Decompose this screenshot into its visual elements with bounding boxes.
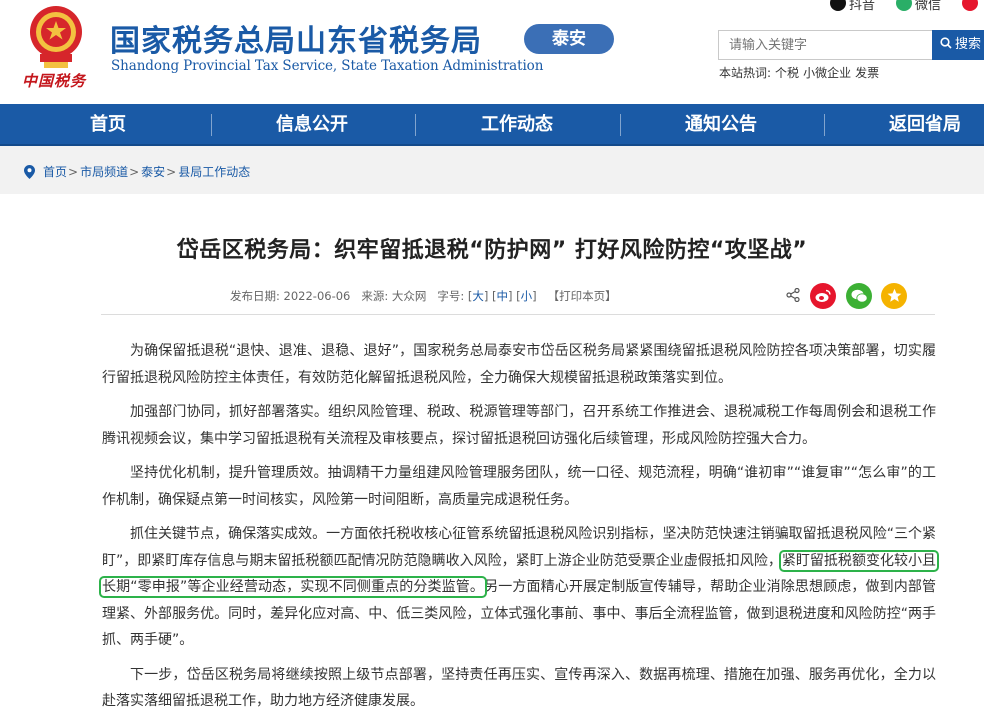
breadcrumb-home[interactable]: 首页 bbox=[43, 163, 67, 180]
douyin-icon bbox=[830, 0, 846, 11]
hot-word[interactable]: 发票 bbox=[855, 66, 879, 80]
weixin-icon bbox=[896, 0, 912, 11]
nav-divider bbox=[620, 114, 621, 136]
weixin-icon bbox=[851, 289, 868, 303]
site-subtitle: Shandong Provincial Tax Service, State T… bbox=[111, 58, 544, 74]
nav-divider bbox=[415, 114, 416, 136]
font-size-label: 字号: bbox=[437, 289, 465, 303]
hot-words-label: 本站热词: bbox=[719, 66, 772, 80]
share-weibo-button[interactable] bbox=[810, 283, 836, 309]
search-button-label: 搜索 bbox=[955, 37, 982, 52]
article-body: 为确保留抵退税“退快、退准、退稳、退好”，国家税务总局泰安市岱岳区税务局紧紧围绕… bbox=[98, 338, 940, 723]
hot-word[interactable]: 个税 bbox=[775, 66, 799, 80]
share-favorite-button[interactable] bbox=[881, 283, 907, 309]
breadcrumb-city-channel[interactable]: 市局频道 bbox=[80, 163, 128, 180]
nav-item-info-disclosure[interactable]: 信息公开 bbox=[244, 104, 380, 146]
emblem-caption: 中国税务 bbox=[22, 72, 87, 90]
douyin-link[interactable]: 抖音 bbox=[830, 0, 876, 13]
source-label: 来源: bbox=[361, 289, 389, 303]
nav-item-home[interactable]: 首页 bbox=[40, 104, 176, 146]
font-size-small[interactable]: 小 bbox=[521, 289, 533, 303]
site-header: 中国税务 国家税务总局山东省税务局 Shandong Provincial Ta… bbox=[0, 0, 984, 104]
search-button[interactable]: 搜索 bbox=[932, 30, 984, 60]
weixin-label: 微信 bbox=[915, 0, 942, 13]
article-paragraph: 抓住关键节点，确保落实成效。一方面依托税收核心征管系统留抵退税风险识别指标，坚决… bbox=[98, 521, 940, 654]
font-size-medium[interactable]: 中 bbox=[497, 289, 509, 303]
meta-divider bbox=[101, 314, 935, 315]
nav-item-notices[interactable]: 通知公告 bbox=[653, 104, 789, 146]
share-weixin-button[interactable] bbox=[846, 283, 872, 309]
tax-emblem-icon bbox=[30, 6, 82, 68]
weibo-icon bbox=[815, 289, 831, 302]
weibo-icon bbox=[962, 0, 978, 11]
print-page-link[interactable]: 【打印本页】 bbox=[548, 289, 617, 303]
share-icon[interactable] bbox=[786, 288, 800, 302]
site-title[interactable]: 国家税务总局山东省税务局 bbox=[110, 16, 482, 60]
star-icon bbox=[887, 288, 901, 302]
article: 岱岳区税务局：织牢留抵退税“防护网” 打好风险防控“攻坚战” 发布日期: 202… bbox=[8, 194, 984, 728]
breadcrumb-bar: 首页 > 市局频道 > 泰安 > 县局工作动态 bbox=[0, 146, 984, 194]
weibo-link[interactable] bbox=[962, 0, 981, 12]
search-input[interactable] bbox=[718, 30, 932, 60]
city-badge[interactable]: 泰安 bbox=[524, 24, 614, 54]
douyin-label: 抖音 bbox=[849, 0, 876, 13]
publish-date: 2022-06-06 bbox=[283, 289, 351, 303]
article-paragraph: 下一步，岱岳区税务局将继续按照上级节点部署，坚持责任再压实、宣传再深入、数据再梳… bbox=[102, 666, 936, 710]
article-meta: 发布日期: 2022-06-06 来源: 大众网 字号: [大] [中] [小]… bbox=[230, 289, 617, 303]
article-paragraph: 为确保留抵退税“退快、退准、退稳、退好”，国家税务总局泰安市岱岳区税务局紧紧围绕… bbox=[102, 343, 936, 386]
nav-divider bbox=[211, 114, 212, 136]
hot-words: 本站热词: 个税 小微企业 发票 bbox=[719, 64, 883, 81]
article-title: 岱岳区税务局：织牢留抵退税“防护网” 打好风险防控“攻坚战” bbox=[176, 238, 808, 263]
font-size-large[interactable]: 大 bbox=[472, 289, 484, 303]
main-nav: 首页 信息公开 工作动态 通知公告 返回省局 bbox=[0, 104, 984, 146]
date-label: 发布日期: bbox=[230, 289, 280, 303]
weixin-link[interactable]: 微信 bbox=[896, 0, 942, 13]
search-icon bbox=[940, 37, 952, 49]
location-pin-icon bbox=[24, 164, 35, 179]
breadcrumb: 首页 > 市局频道 > 泰安 > 县局工作动态 bbox=[24, 163, 250, 180]
article-paragraph: 加强部门协同，抓好部署落实。组织风险管理、税政、税源管理等部门，召开系统工作推进… bbox=[102, 404, 936, 447]
breadcrumb-county-news[interactable]: 县局工作动态 bbox=[178, 163, 250, 180]
nav-item-work-news[interactable]: 工作动态 bbox=[449, 104, 585, 146]
hot-word[interactable]: 小微企业 bbox=[803, 66, 851, 80]
breadcrumb-taian[interactable]: 泰安 bbox=[141, 163, 165, 180]
nav-divider bbox=[824, 114, 825, 136]
article-paragraph: 坚持优化机制，提升管理质效。抽调精干力量组建风险管理服务团队，统一口径、规范流程… bbox=[102, 465, 936, 508]
nav-item-back-to-province[interactable]: 返回省局 bbox=[857, 104, 984, 146]
source-value: 大众网 bbox=[391, 289, 427, 303]
